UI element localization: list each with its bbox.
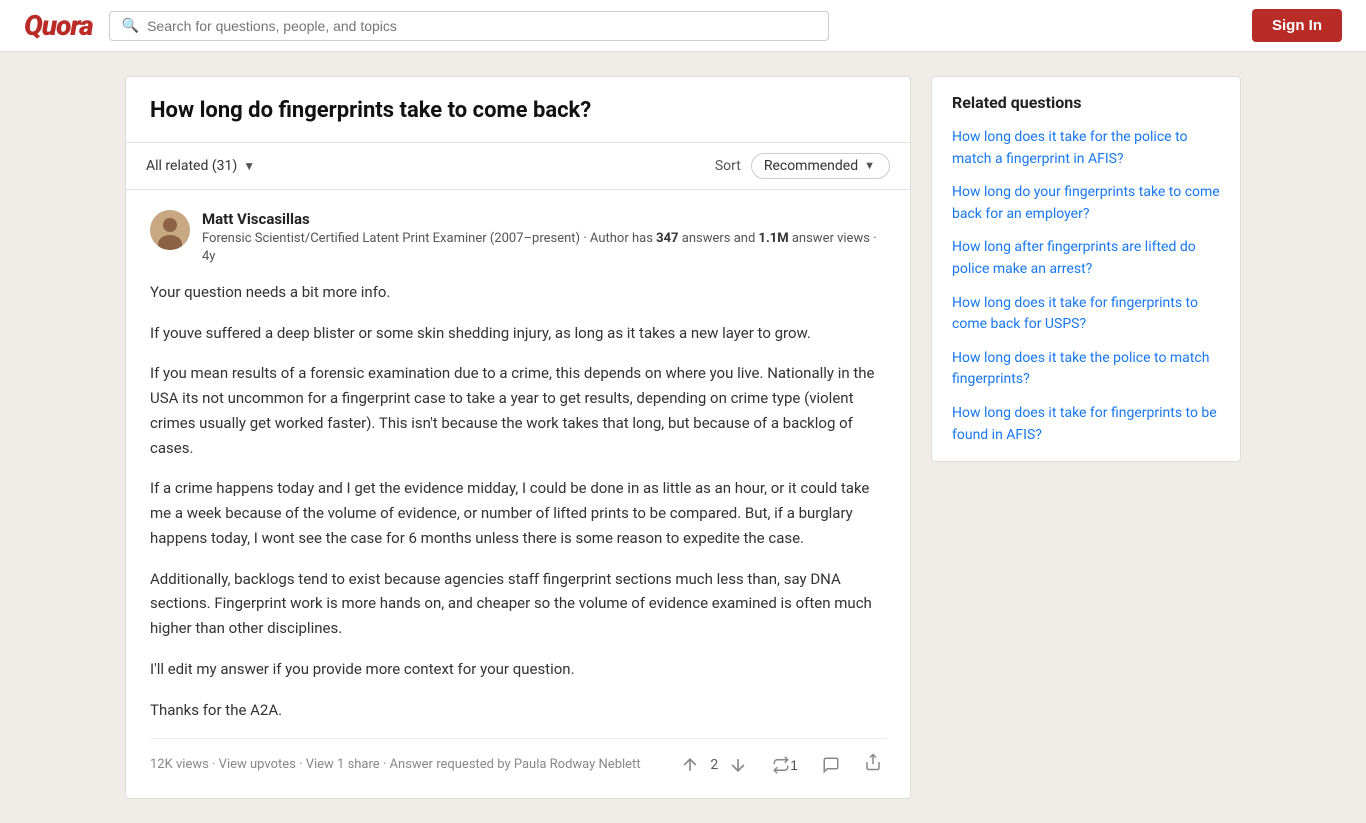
answer-paragraph-5: Additionally, backlogs tend to exist bec…	[150, 567, 886, 641]
main-layout: How long do fingerprints take to come ba…	[113, 52, 1253, 823]
sort-area: Sort Recommended ▼	[715, 153, 890, 179]
upvote-icon	[680, 755, 700, 775]
author-bio-mid: answers and	[679, 231, 759, 246]
comment-icon	[822, 756, 840, 774]
answer-paragraph-4: If a crime happens today and I get the e…	[150, 476, 886, 550]
downvote-button[interactable]	[724, 753, 752, 777]
answer-paragraph-1: Your question needs a bit more info.	[150, 280, 886, 305]
downvote-icon	[728, 755, 748, 775]
answer-paragraph-6: I'll edit my answer if you provide more …	[150, 657, 886, 682]
related-question-link-5[interactable]: How long does it take the police to matc…	[952, 350, 1209, 388]
footer-actions: 2 1	[676, 751, 886, 778]
related-question-link-4[interactable]: How long does it take for fingerprints t…	[952, 295, 1198, 333]
question-title-bar: How long do fingerprints take to come ba…	[126, 77, 910, 143]
upvote-count: 2	[710, 757, 718, 773]
avatar-svg	[150, 210, 190, 250]
list-item: How long does it take for the police to …	[952, 126, 1220, 169]
header-right: Sign In	[1252, 9, 1342, 42]
related-questions-list: How long does it take for the police to …	[952, 126, 1220, 445]
answer-paragraph-7: Thanks for the A2A.	[150, 698, 886, 723]
related-question-link-6[interactable]: How long does it take for fingerprints t…	[952, 405, 1217, 443]
sidebar: Related questions How long does it take …	[931, 76, 1241, 462]
reshare-button[interactable]: 1	[768, 754, 802, 776]
sort-value: Recommended	[764, 158, 858, 174]
answer-paragraph-3: If you mean results of a forensic examin…	[150, 361, 886, 460]
search-bar: 🔍	[109, 11, 829, 41]
related-question-link-1[interactable]: How long does it take for the police to …	[952, 129, 1188, 167]
list-item: How long after fingerprints are lifted d…	[952, 236, 1220, 279]
sign-in-button[interactable]: Sign In	[1252, 9, 1342, 42]
quora-logo[interactable]: Quora	[24, 9, 93, 42]
author-bio-prefix: Forensic Scientist/Certified Latent Prin…	[202, 231, 656, 246]
share-button[interactable]	[860, 751, 886, 778]
upvote-button[interactable]	[676, 753, 704, 777]
list-item: How long does it take for fingerprints t…	[952, 402, 1220, 445]
reshare-icon	[772, 756, 790, 774]
all-related-filter[interactable]: All related (31) ▼	[146, 158, 255, 174]
all-related-label: All related (31)	[146, 158, 237, 174]
list-item: How long does it take for fingerprints t…	[952, 292, 1220, 335]
avatar	[150, 210, 190, 250]
sort-dropdown[interactable]: Recommended ▼	[751, 153, 890, 179]
author-bio: Forensic Scientist/Certified Latent Prin…	[202, 230, 886, 266]
search-input[interactable]	[147, 18, 816, 34]
related-questions-title: Related questions	[952, 93, 1220, 112]
reshare-count: 1	[790, 757, 798, 773]
footer-stats: 12K views · View upvotes · View 1 share …	[150, 757, 641, 772]
answer-paragraph-2: If youve suffered a deep blister or some…	[150, 321, 886, 346]
comment-button[interactable]	[818, 754, 844, 776]
vote-area: 2	[676, 753, 752, 777]
related-question-link-2[interactable]: How long do your fingerprints take to co…	[952, 184, 1220, 222]
answer-block: Matt Viscasillas Forensic Scientist/Cert…	[126, 190, 910, 799]
answer-footer: 12K views · View upvotes · View 1 share …	[150, 738, 886, 778]
chevron-down-icon: ▼	[864, 159, 875, 172]
author-info: Matt Viscasillas Forensic Scientist/Cert…	[202, 210, 886, 266]
question-title: How long do fingerprints take to come ba…	[150, 97, 886, 126]
author-name[interactable]: Matt Viscasillas	[202, 210, 886, 228]
answer-body: Your question needs a bit more info. If …	[150, 280, 886, 723]
author-answers: 347	[656, 231, 678, 246]
answers-filter-bar: All related (31) ▼ Sort Recommended ▼	[126, 143, 910, 190]
list-item: How long does it take the police to matc…	[952, 347, 1220, 390]
list-item: How long do your fingerprints take to co…	[952, 181, 1220, 224]
author-views: 1.1M	[759, 231, 789, 246]
chevron-down-icon: ▼	[243, 159, 255, 173]
header: Quora 🔍 Sign In	[0, 0, 1366, 52]
share-icon	[864, 753, 882, 771]
question-panel: How long do fingerprints take to come ba…	[125, 76, 911, 799]
related-questions-card: Related questions How long does it take …	[931, 76, 1241, 462]
author-row: Matt Viscasillas Forensic Scientist/Cert…	[150, 210, 886, 266]
search-icon: 🔍	[122, 18, 139, 34]
sort-label: Sort	[715, 158, 741, 174]
related-question-link-3[interactable]: How long after fingerprints are lifted d…	[952, 239, 1196, 277]
